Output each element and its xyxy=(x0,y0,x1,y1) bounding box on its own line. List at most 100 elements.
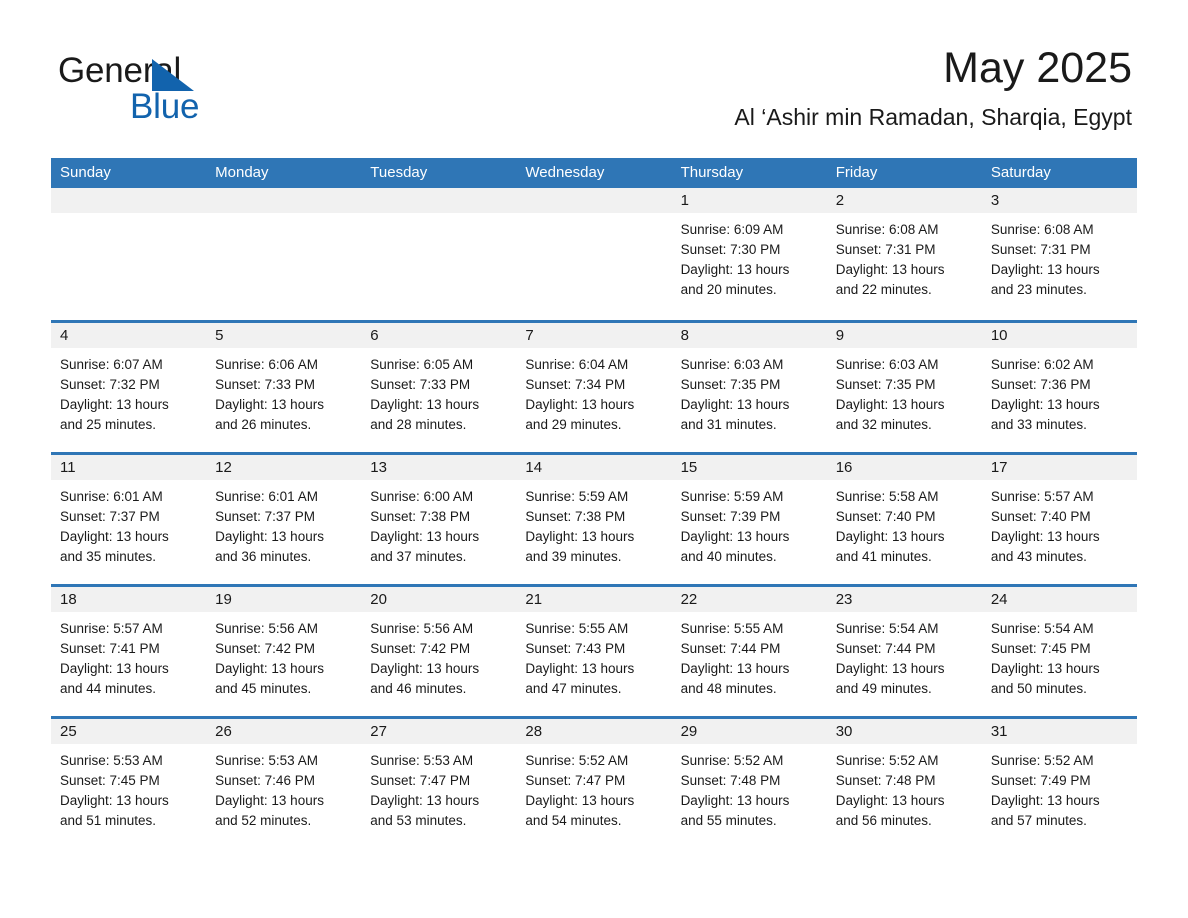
sunrise-text: Sunrise: 5:59 AM xyxy=(525,489,629,504)
day-cell[interactable]: 10 Sunrise: 6:02 AM Sunset: 7:36 PM Dayl… xyxy=(981,323,1137,452)
general-blue-logo[interactable]: General Blue xyxy=(58,52,318,132)
day-cell[interactable]: 30 Sunrise: 5:52 AM Sunset: 7:48 PM Dayl… xyxy=(826,719,982,848)
day-number: 9 xyxy=(826,323,982,348)
day-cell[interactable]: 5 Sunrise: 6:06 AM Sunset: 7:33 PM Dayli… xyxy=(206,323,362,452)
sunset-text: Sunset: 7:40 PM xyxy=(990,509,1091,524)
sunrise-text: Sunrise: 5:55 AM xyxy=(525,621,629,636)
sunrise-text: Sunrise: 5:52 AM xyxy=(680,753,784,768)
day-cell[interactable] xyxy=(516,188,672,320)
day-number: 16 xyxy=(826,455,982,480)
daylight-text: Daylight: 13 hours xyxy=(680,661,790,676)
daylight-text-cont: and 23 minutes. xyxy=(990,282,1087,297)
sunset-text: Sunset: 7:42 PM xyxy=(215,641,315,656)
day-info: Sunrise: 6:02 AM Sunset: 7:36 PM Dayligh… xyxy=(982,348,1137,435)
day-cell[interactable]: 25 Sunrise: 5:53 AM Sunset: 7:45 PM Dayl… xyxy=(51,719,207,848)
day-cell[interactable]: 29 Sunrise: 5:52 AM Sunset: 7:48 PM Dayl… xyxy=(671,719,827,848)
day-cell[interactable]: 19 Sunrise: 5:56 AM Sunset: 7:42 PM Dayl… xyxy=(206,587,362,716)
day-cell[interactable]: 24 Sunrise: 5:54 AM Sunset: 7:45 PM Dayl… xyxy=(981,587,1137,716)
daylight-text-cont: and 29 minutes. xyxy=(525,417,622,432)
daylight-text-cont: and 33 minutes. xyxy=(990,417,1087,432)
day-number: 22 xyxy=(671,587,827,612)
daylight-text-cont: and 44 minutes. xyxy=(60,681,157,696)
sunset-text: Sunset: 7:43 PM xyxy=(525,641,626,656)
week-row: 4 Sunrise: 6:07 AM Sunset: 7:32 PM Dayli… xyxy=(51,320,1137,452)
day-number: 12 xyxy=(206,455,362,480)
day-cell[interactable] xyxy=(51,188,207,320)
day-info: Sunrise: 5:54 AM Sunset: 7:45 PM Dayligh… xyxy=(982,612,1137,699)
sunset-text: Sunset: 7:30 PM xyxy=(680,242,781,257)
day-cell[interactable]: 18 Sunrise: 5:57 AM Sunset: 7:41 PM Dayl… xyxy=(51,587,207,716)
calendar-page: General Blue May 2025 Al ‘Ashir min Rama… xyxy=(0,0,1188,918)
day-info: Sunrise: 5:53 AM Sunset: 7:45 PM Dayligh… xyxy=(51,744,206,831)
day-cell[interactable]: 2 Sunrise: 6:08 AM Sunset: 7:31 PM Dayli… xyxy=(826,188,982,320)
day-cell[interactable] xyxy=(361,188,517,320)
day-number: 1 xyxy=(671,188,827,213)
sunrise-text: Sunrise: 6:05 AM xyxy=(370,357,474,372)
day-cell[interactable]: 9 Sunrise: 6:03 AM Sunset: 7:35 PM Dayli… xyxy=(826,323,982,452)
day-cell[interactable]: 17 Sunrise: 5:57 AM Sunset: 7:40 PM Dayl… xyxy=(981,455,1137,584)
daylight-text-cont: and 39 minutes. xyxy=(525,549,622,564)
sunset-text: Sunset: 7:41 PM xyxy=(60,641,160,656)
day-cell[interactable]: 26 Sunrise: 5:53 AM Sunset: 7:46 PM Dayl… xyxy=(206,719,362,848)
sunrise-text: Sunrise: 5:54 AM xyxy=(990,621,1094,636)
sunset-text: Sunset: 7:48 PM xyxy=(835,773,936,788)
day-number: 8 xyxy=(671,323,827,348)
sunrise-text: Sunrise: 5:53 AM xyxy=(60,753,163,768)
weekday-header-wednesday: Wednesday xyxy=(525,164,605,181)
day-cell[interactable]: 23 Sunrise: 5:54 AM Sunset: 7:44 PM Dayl… xyxy=(826,587,982,716)
day-number: 6 xyxy=(361,323,517,348)
daylight-text-cont: and 35 minutes. xyxy=(60,549,157,564)
sunset-text: Sunset: 7:38 PM xyxy=(370,509,471,524)
sunrise-text: Sunrise: 6:01 AM xyxy=(60,489,163,504)
day-info: Sunrise: 5:59 AM Sunset: 7:39 PM Dayligh… xyxy=(672,480,827,567)
sunset-text: Sunset: 7:48 PM xyxy=(680,773,781,788)
sunset-text: Sunset: 7:42 PM xyxy=(370,641,471,656)
day-cell[interactable]: 13 Sunrise: 6:00 AM Sunset: 7:38 PM Dayl… xyxy=(361,455,517,584)
sunset-text: Sunset: 7:35 PM xyxy=(680,377,781,392)
day-number: 7 xyxy=(516,323,672,348)
day-cell[interactable]: 28 Sunrise: 5:52 AM Sunset: 7:47 PM Dayl… xyxy=(516,719,672,848)
day-cell[interactable]: 7 Sunrise: 6:04 AM Sunset: 7:34 PM Dayli… xyxy=(516,323,672,452)
day-number: 13 xyxy=(361,455,517,480)
daylight-text: Daylight: 13 hours xyxy=(525,529,635,544)
day-info: Sunrise: 6:03 AM Sunset: 7:35 PM Dayligh… xyxy=(827,348,982,435)
day-info: Sunrise: 5:55 AM Sunset: 7:43 PM Dayligh… xyxy=(516,612,671,699)
sunrise-text: Sunrise: 6:06 AM xyxy=(215,357,318,372)
weekday-header-sunday: Sunday xyxy=(60,164,111,181)
sunset-text: Sunset: 7:37 PM xyxy=(215,509,315,524)
day-cell[interactable]: 12 Sunrise: 6:01 AM Sunset: 7:37 PM Dayl… xyxy=(206,455,362,584)
day-cell[interactable]: 11 Sunrise: 6:01 AM Sunset: 7:37 PM Dayl… xyxy=(51,455,207,584)
daylight-text-cont: and 57 minutes. xyxy=(990,813,1087,828)
day-info: Sunrise: 6:00 AM Sunset: 7:38 PM Dayligh… xyxy=(361,480,516,567)
day-cell[interactable]: 15 Sunrise: 5:59 AM Sunset: 7:39 PM Dayl… xyxy=(671,455,827,584)
sunset-text: Sunset: 7:31 PM xyxy=(990,242,1091,257)
day-number xyxy=(51,188,207,213)
page-title: May 2025 xyxy=(943,44,1132,92)
sunset-text: Sunset: 7:40 PM xyxy=(835,509,936,524)
sunrise-text: Sunrise: 5:54 AM xyxy=(835,621,939,636)
day-cell[interactable]: 6 Sunrise: 6:05 AM Sunset: 7:33 PM Dayli… xyxy=(361,323,517,452)
day-cell[interactable]: 14 Sunrise: 5:59 AM Sunset: 7:38 PM Dayl… xyxy=(516,455,672,584)
week-row: 1 Sunrise: 6:09 AM Sunset: 7:30 PM Dayli… xyxy=(51,188,1137,320)
day-cell[interactable]: 8 Sunrise: 6:03 AM Sunset: 7:35 PM Dayli… xyxy=(671,323,827,452)
daylight-text: Daylight: 13 hours xyxy=(215,529,324,544)
day-cell[interactable]: 1 Sunrise: 6:09 AM Sunset: 7:30 PM Dayli… xyxy=(671,188,827,320)
day-cell[interactable]: 27 Sunrise: 5:53 AM Sunset: 7:47 PM Dayl… xyxy=(361,719,517,848)
day-cell[interactable]: 16 Sunrise: 5:58 AM Sunset: 7:40 PM Dayl… xyxy=(826,455,982,584)
day-cell[interactable]: 20 Sunrise: 5:56 AM Sunset: 7:42 PM Dayl… xyxy=(361,587,517,716)
sunrise-text: Sunrise: 6:08 AM xyxy=(990,222,1094,237)
sunset-text: Sunset: 7:46 PM xyxy=(215,773,315,788)
calendar-grid: Sunday Monday Tuesday Wednesday Thursday… xyxy=(51,158,1137,848)
day-cell[interactable]: 31 Sunrise: 5:52 AM Sunset: 7:49 PM Dayl… xyxy=(981,719,1137,848)
day-cell[interactable]: 4 Sunrise: 6:07 AM Sunset: 7:32 PM Dayli… xyxy=(51,323,207,452)
day-info: Sunrise: 6:08 AM Sunset: 7:31 PM Dayligh… xyxy=(982,213,1137,300)
day-cell[interactable]: 22 Sunrise: 5:55 AM Sunset: 7:44 PM Dayl… xyxy=(671,587,827,716)
daylight-text-cont: and 41 minutes. xyxy=(835,549,932,564)
weekday-header-row: Sunday Monday Tuesday Wednesday Thursday… xyxy=(51,158,1137,188)
daylight-text: Daylight: 13 hours xyxy=(680,793,790,808)
daylight-text: Daylight: 13 hours xyxy=(60,661,169,676)
day-cell[interactable] xyxy=(206,188,362,320)
day-cell[interactable]: 21 Sunrise: 5:55 AM Sunset: 7:43 PM Dayl… xyxy=(516,587,672,716)
day-cell[interactable]: 3 Sunrise: 6:08 AM Sunset: 7:31 PM Dayli… xyxy=(981,188,1137,320)
day-info: Sunrise: 5:53 AM Sunset: 7:46 PM Dayligh… xyxy=(206,744,361,831)
